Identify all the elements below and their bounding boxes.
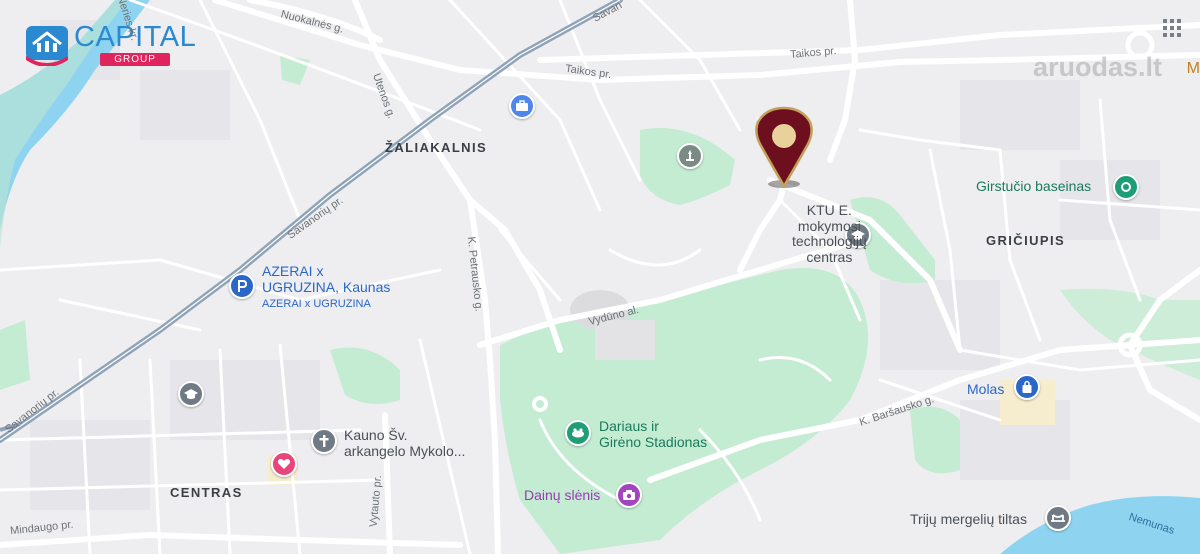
location-marker-icon[interactable] bbox=[752, 106, 816, 190]
poi-triju[interactable]: Trijų mergelių tiltas bbox=[910, 511, 1027, 528]
shopping-bag-icon[interactable] bbox=[1014, 374, 1040, 400]
bridge-icon[interactable] bbox=[1045, 505, 1071, 531]
logo-sub: GROUP bbox=[100, 53, 170, 66]
monument-icon[interactable] bbox=[677, 143, 703, 169]
poi-ktu[interactable]: KTU E. mokymosi technologijų centras bbox=[792, 202, 867, 266]
poi-dainu[interactable]: Dainų slėnis bbox=[524, 487, 600, 504]
map-base-layer bbox=[0, 0, 1200, 554]
map-canvas[interactable]: CAPITAL GROUP aruodas.lt M ŽALIAKALNIS G… bbox=[0, 0, 1200, 554]
school-icon-centras[interactable] bbox=[178, 381, 204, 407]
grid-icon[interactable] bbox=[1162, 18, 1182, 38]
poi-azerai[interactable]: AZERAI x UGRUZINA, Kaunas bbox=[262, 263, 390, 295]
church-icon[interactable] bbox=[311, 428, 337, 454]
parking-icon[interactable] bbox=[229, 273, 255, 299]
district-centras: CENTRAS bbox=[170, 485, 243, 500]
district-zaliakalnis: ŽALIAKALNIS bbox=[385, 140, 488, 155]
poi-kauno[interactable]: Kauno Šv. arkangelo Mykolo... bbox=[344, 427, 465, 459]
aruodas-watermark: aruodas.lt bbox=[1032, 52, 1162, 82]
house-logo-icon bbox=[26, 26, 68, 66]
heart-icon[interactable] bbox=[271, 451, 297, 477]
camera-icon[interactable] bbox=[616, 482, 642, 508]
park-icon[interactable] bbox=[1113, 174, 1139, 200]
poi-girstucio[interactable]: Girstučio baseinas bbox=[976, 178, 1091, 195]
poi-azerai-sub: AZERAI x UGRUZINA bbox=[262, 298, 371, 310]
edge-label: M bbox=[1186, 60, 1200, 77]
stadium-icon[interactable] bbox=[565, 420, 591, 446]
poi-molas[interactable]: Molas bbox=[967, 381, 1004, 398]
briefcase-icon[interactable] bbox=[509, 93, 535, 119]
poi-darius[interactable]: Dariaus ir Girėno Stadionas bbox=[599, 418, 707, 450]
district-griciupis: GRIČIUPIS bbox=[986, 233, 1066, 248]
capital-group-logo: CAPITAL GROUP bbox=[24, 22, 196, 66]
